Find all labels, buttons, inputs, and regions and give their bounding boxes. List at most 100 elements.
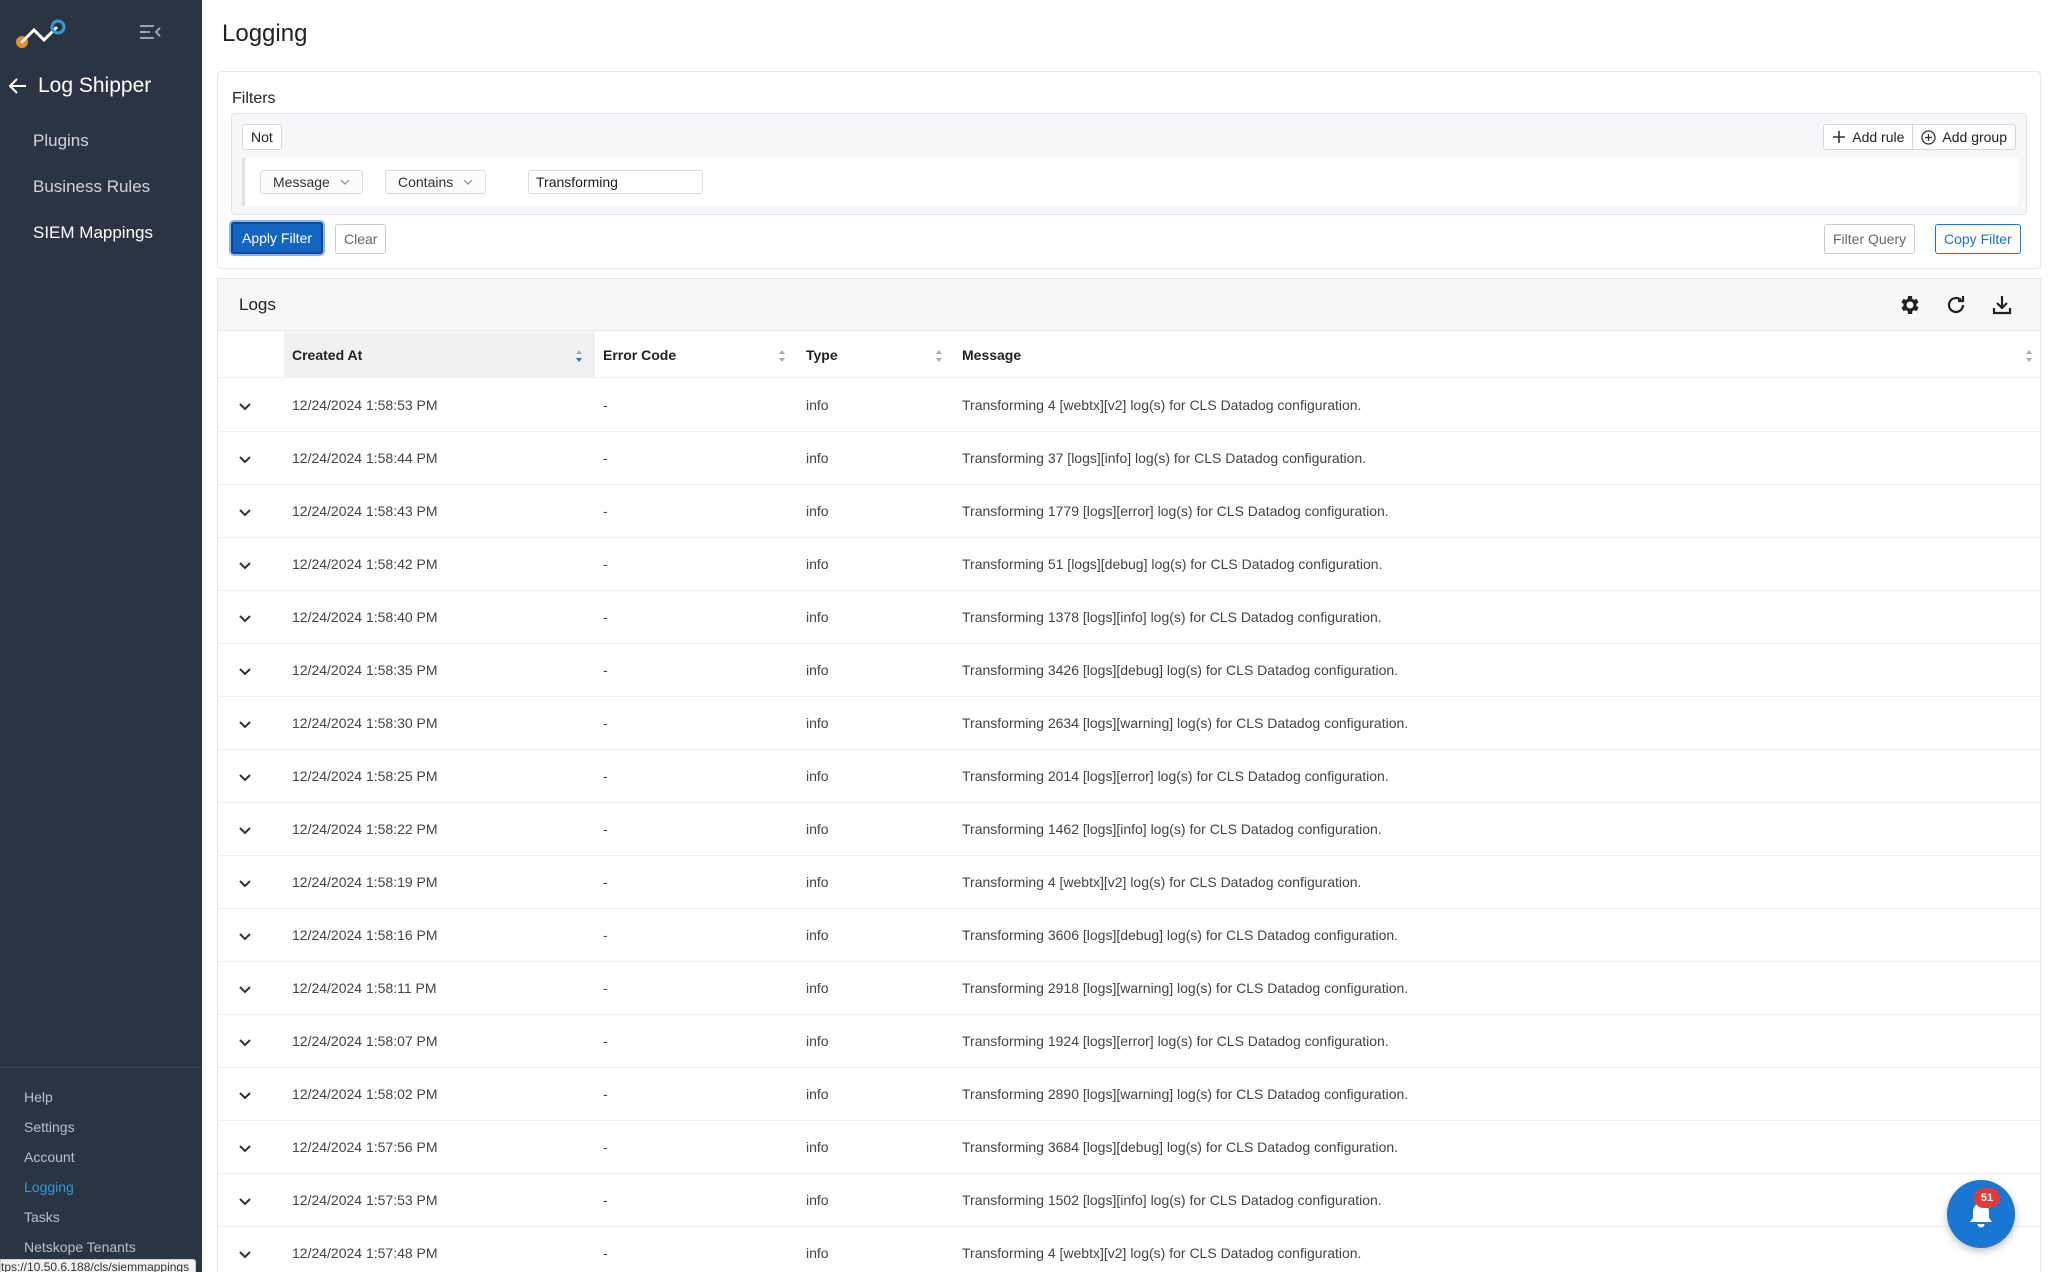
- cell-type: info: [806, 556, 829, 572]
- table-row[interactable]: 12/24/2024 1:58:42 PM - info Transforming 5…: [218, 538, 2040, 591]
- expand-row-chevron-icon[interactable]: [237, 557, 253, 573]
- expand-row-chevron-icon[interactable]: [237, 981, 253, 997]
- status-bar-url: tps://10.50.6.188/cls/siemmappings: [0, 1259, 197, 1272]
- table-row[interactable]: 12/24/2024 1:57:53 PM - info Transforming 1…: [218, 1174, 2040, 1227]
- not-toggle[interactable]: Not: [242, 124, 282, 150]
- table-row[interactable]: 12/24/2024 1:58:22 PM - info Transforming 1…: [218, 803, 2040, 856]
- sidebar-link-account[interactable]: Account: [24, 1149, 75, 1165]
- column-error-code[interactable]: Error Code: [595, 332, 797, 378]
- cell-message: Transforming 4 [webtx][v2] log(s) for CL…: [962, 1245, 1362, 1261]
- cell-error-code: -: [603, 768, 608, 784]
- table-row[interactable]: 12/24/2024 1:58:44 PM - info Transforming 3…: [218, 432, 2040, 485]
- table-row[interactable]: 12/24/2024 1:58:11 PM - info Transforming 2…: [218, 962, 2040, 1015]
- table-row[interactable]: 12/24/2024 1:58:53 PM - info Transforming 4…: [218, 379, 2040, 432]
- table-row[interactable]: 12/24/2024 1:58:30 PM - info Transforming 2…: [218, 697, 2040, 750]
- sort-icon[interactable]: [575, 349, 583, 363]
- cell-type: info: [806, 1139, 829, 1155]
- cell-type: info: [806, 609, 829, 625]
- table-row[interactable]: 12/24/2024 1:58:43 PM - info Transforming 1…: [218, 485, 2040, 538]
- sidebar-link-tasks[interactable]: Tasks: [24, 1209, 60, 1225]
- expand-row-chevron-icon[interactable]: [237, 822, 253, 838]
- cell-error-code: -: [603, 874, 608, 890]
- copy-filter-button[interactable]: Copy Filter: [1935, 224, 2021, 254]
- cell-type: info: [806, 821, 829, 837]
- table-row[interactable]: 12/24/2024 1:58:35 PM - info Transforming 3…: [218, 644, 2040, 697]
- expand-row-chevron-icon[interactable]: [237, 504, 253, 520]
- expand-row-chevron-icon[interactable]: [237, 1087, 253, 1103]
- logs-panel: Logs Created At Error Code Type Message: [217, 278, 2041, 1272]
- table-row[interactable]: 12/24/2024 1:58:19 PM - info Transforming 4…: [218, 856, 2040, 909]
- cell-type: info: [806, 874, 829, 890]
- sidebar-link-logging[interactable]: Logging: [24, 1179, 74, 1195]
- sidebar-item-siem-mappings[interactable]: SIEM Mappings: [33, 223, 153, 243]
- cell-type: info: [806, 1033, 829, 1049]
- sidebar-item-business-rules[interactable]: Business Rules: [33, 177, 150, 197]
- sidebar-item-plugins[interactable]: Plugins: [33, 131, 89, 151]
- column-type[interactable]: Type: [798, 332, 954, 378]
- cell-error-code: -: [603, 450, 608, 466]
- expand-row-chevron-icon[interactable]: [237, 1246, 253, 1262]
- logo-icon[interactable]: [14, 18, 68, 50]
- field-select[interactable]: Message: [260, 170, 363, 194]
- cell-message: Transforming 1924 [logs][error] log(s) f…: [962, 1033, 1389, 1049]
- expand-row-chevron-icon[interactable]: [237, 398, 253, 414]
- operator-select-value: Contains: [398, 174, 454, 190]
- sidebar-divider: [0, 1067, 202, 1068]
- add-group-label: Add group: [1942, 129, 2007, 145]
- cell-error-code: -: [603, 397, 608, 413]
- expand-row-chevron-icon[interactable]: [237, 875, 253, 891]
- column-message[interactable]: Message: [954, 332, 2014, 378]
- download-icon[interactable]: [1990, 293, 2014, 317]
- cell-created-at: 12/24/2024 1:58:40 PM: [292, 609, 438, 625]
- cell-created-at: 12/24/2024 1:57:48 PM: [292, 1245, 438, 1261]
- table-row[interactable]: 12/24/2024 1:58:16 PM - info Transforming 3…: [218, 909, 2040, 962]
- table-row[interactable]: 12/24/2024 1:58:07 PM - info Transforming 1…: [218, 1015, 2040, 1068]
- sidebar-link-netskope-tenants[interactable]: Netskope Tenants: [24, 1239, 136, 1255]
- filter-query-button[interactable]: Filter Query: [1824, 224, 1916, 254]
- sidebar-link-help[interactable]: Help: [24, 1089, 53, 1105]
- expand-row-chevron-icon[interactable]: [237, 716, 253, 732]
- table-row[interactable]: 12/24/2024 1:57:56 PM - info Transforming 3…: [218, 1121, 2040, 1174]
- cell-error-code: -: [603, 1192, 608, 1208]
- cell-type: info: [806, 450, 829, 466]
- column-message-label: Message: [962, 347, 1022, 363]
- sort-icon[interactable]: [935, 349, 943, 363]
- cell-created-at: 12/24/2024 1:58:42 PM: [292, 556, 438, 572]
- cell-created-at: 12/24/2024 1:58:16 PM: [292, 927, 438, 943]
- table-row[interactable]: 12/24/2024 1:58:02 PM - info Transforming 2…: [218, 1068, 2040, 1121]
- sort-icon[interactable]: [2025, 349, 2033, 363]
- gear-icon[interactable]: [1897, 293, 1921, 317]
- chevron-down-icon: [340, 179, 350, 185]
- add-rule-label: Add rule: [1852, 129, 1905, 145]
- column-created-at-label: Created At: [292, 347, 363, 363]
- back-link[interactable]: Log Shipper: [8, 74, 151, 98]
- filter-panel: Filters Not Add rule Add group Message C…: [217, 71, 2041, 269]
- table-row[interactable]: 12/24/2024 1:57:48 PM - info Transforming 4…: [218, 1227, 2040, 1272]
- sort-icon[interactable]: [778, 349, 786, 363]
- table-row[interactable]: 12/24/2024 1:58:40 PM - info Transforming 1…: [218, 591, 2040, 644]
- expand-row-chevron-icon[interactable]: [237, 451, 253, 467]
- cell-created-at: 12/24/2024 1:58:22 PM: [292, 821, 438, 837]
- table-row[interactable]: 12/24/2024 1:58:25 PM - info Transforming 2…: [218, 750, 2040, 803]
- column-created-at[interactable]: Created At: [284, 332, 595, 378]
- cell-error-code: -: [603, 503, 608, 519]
- cell-message: Transforming 51 [logs][debug] log(s) for…: [962, 556, 1383, 572]
- menu-collapse-icon[interactable]: [138, 22, 162, 42]
- clear-button[interactable]: Clear: [335, 224, 387, 254]
- cell-created-at: 12/24/2024 1:58:11 PM: [292, 980, 437, 996]
- add-group-button[interactable]: Add group: [1913, 124, 2016, 150]
- sidebar-link-settings[interactable]: Settings: [24, 1119, 75, 1135]
- expand-row-chevron-icon[interactable]: [237, 928, 253, 944]
- filter-value-input[interactable]: Transforming: [528, 170, 703, 194]
- cell-error-code: -: [603, 715, 608, 731]
- expand-row-chevron-icon[interactable]: [237, 1140, 253, 1156]
- expand-row-chevron-icon[interactable]: [237, 610, 253, 626]
- expand-row-chevron-icon[interactable]: [237, 663, 253, 679]
- add-rule-button[interactable]: Add rule: [1823, 124, 1914, 150]
- expand-row-chevron-icon[interactable]: [237, 1034, 253, 1050]
- refresh-icon[interactable]: [1944, 293, 1968, 317]
- operator-select[interactable]: Contains: [385, 170, 487, 194]
- expand-row-chevron-icon[interactable]: [237, 1193, 253, 1209]
- apply-filter-button[interactable]: Apply Filter: [231, 222, 324, 254]
- expand-row-chevron-icon[interactable]: [237, 769, 253, 785]
